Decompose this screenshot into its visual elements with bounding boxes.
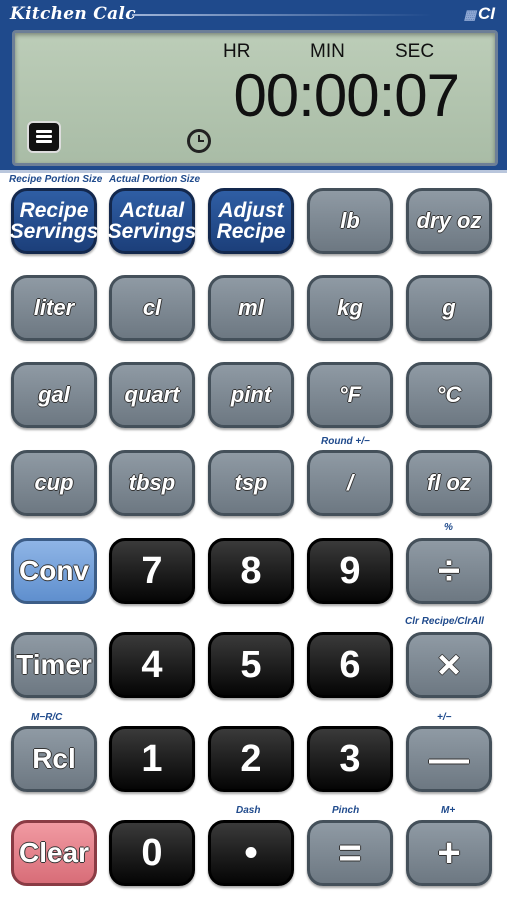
- cup-button[interactable]: cup: [11, 450, 97, 516]
- digit-3-button[interactable]: 3: [307, 726, 393, 792]
- equals-button[interactable]: =: [307, 820, 393, 886]
- caption-round: Round +/−: [321, 436, 370, 447]
- multiply-button[interactable]: ×: [406, 632, 492, 698]
- digit-5-button[interactable]: 5: [208, 632, 294, 698]
- recipe-servings-label-line2: Servings: [9, 220, 99, 243]
- caption-plus-minus: +/−: [437, 712, 452, 723]
- caption-pinch: Pinch: [332, 805, 360, 816]
- digit-4-button[interactable]: 4: [109, 632, 195, 698]
- rcl-button[interactable]: Rcl: [11, 726, 97, 792]
- tsp-button[interactable]: tsp: [208, 450, 294, 516]
- lcd-display: HR MIN SEC 00:00:07: [12, 30, 498, 166]
- ci-logo-text: CI: [478, 4, 495, 23]
- caption-memory-plus: M+: [441, 805, 456, 816]
- brand-title: Kitchen Calc: [10, 4, 136, 24]
- digit-9-button[interactable]: 9: [307, 538, 393, 604]
- dry-oz-button[interactable]: dry oz: [406, 188, 492, 254]
- fl-oz-button[interactable]: fl oz: [406, 450, 492, 516]
- ci-logo-mark: ▦: [463, 7, 476, 22]
- digit-8-button[interactable]: 8: [208, 538, 294, 604]
- caption-memory-recall: M−R/C: [31, 712, 63, 723]
- divide-button[interactable]: ÷: [406, 538, 492, 604]
- conv-button[interactable]: Conv: [11, 538, 97, 604]
- clear-button[interactable]: Clear: [11, 820, 97, 886]
- caption-dash: Dash: [236, 805, 261, 816]
- lb-button[interactable]: lb: [307, 188, 393, 254]
- caption-percent: %: [444, 522, 453, 533]
- kg-button[interactable]: kg: [307, 275, 393, 341]
- liter-button[interactable]: liter: [11, 275, 97, 341]
- timer-readout: 00:00:07: [233, 62, 460, 129]
- brand-divider: [132, 14, 432, 16]
- menu-icon[interactable]: [27, 121, 61, 153]
- tbsp-button[interactable]: tbsp: [109, 450, 195, 516]
- minutes-label: MIN: [310, 41, 345, 62]
- fraction-button[interactable]: /: [307, 450, 393, 516]
- actual-servings-button[interactable]: Actual Servings: [107, 188, 197, 254]
- adjust-recipe-label-line1: Adjust: [218, 199, 284, 222]
- digit-0-button[interactable]: 0: [109, 820, 195, 886]
- hours-label: HR: [223, 41, 251, 62]
- plus-button[interactable]: +: [406, 820, 492, 886]
- gal-button[interactable]: gal: [11, 362, 97, 428]
- digit-6-button[interactable]: 6: [307, 632, 393, 698]
- g-button[interactable]: g: [406, 275, 492, 341]
- caption-recipe-portion-size: Recipe Portion Size: [9, 174, 103, 185]
- timer-button[interactable]: Timer: [11, 632, 97, 698]
- fahrenheit-button[interactable]: °F: [307, 362, 393, 428]
- decimal-point-button[interactable]: •: [208, 820, 294, 886]
- celsius-button[interactable]: °C: [406, 362, 492, 428]
- adjust-recipe-button[interactable]: Adjust Recipe: [208, 188, 294, 254]
- ci-logo: ▦ CI: [464, 4, 495, 24]
- clock-icon: [187, 129, 211, 153]
- cl-button[interactable]: cl: [109, 275, 195, 341]
- digit-2-button[interactable]: 2: [208, 726, 294, 792]
- recipe-servings-label-line1: Recipe: [19, 199, 89, 222]
- digit-1-button[interactable]: 1: [109, 726, 195, 792]
- adjust-recipe-label-line2: Recipe: [216, 220, 286, 243]
- calculator-header: Kitchen Calc ▦ CI HR MIN SEC 00:00:07: [0, 0, 507, 173]
- digit-7-button[interactable]: 7: [109, 538, 195, 604]
- ml-button[interactable]: ml: [208, 275, 294, 341]
- pint-button[interactable]: pint: [208, 362, 294, 428]
- caption-clr-recipe: Clr Recipe/ClrAll: [405, 616, 484, 627]
- seconds-label: SEC: [395, 41, 435, 62]
- actual-servings-label-line1: Actual: [119, 199, 185, 222]
- actual-servings-label-line2: Servings: [107, 220, 197, 243]
- quart-button[interactable]: quart: [109, 362, 195, 428]
- caption-actual-portion-size: Actual Portion Size: [109, 174, 201, 185]
- minus-button[interactable]: —: [406, 726, 492, 792]
- recipe-servings-button[interactable]: Recipe Servings: [9, 188, 99, 254]
